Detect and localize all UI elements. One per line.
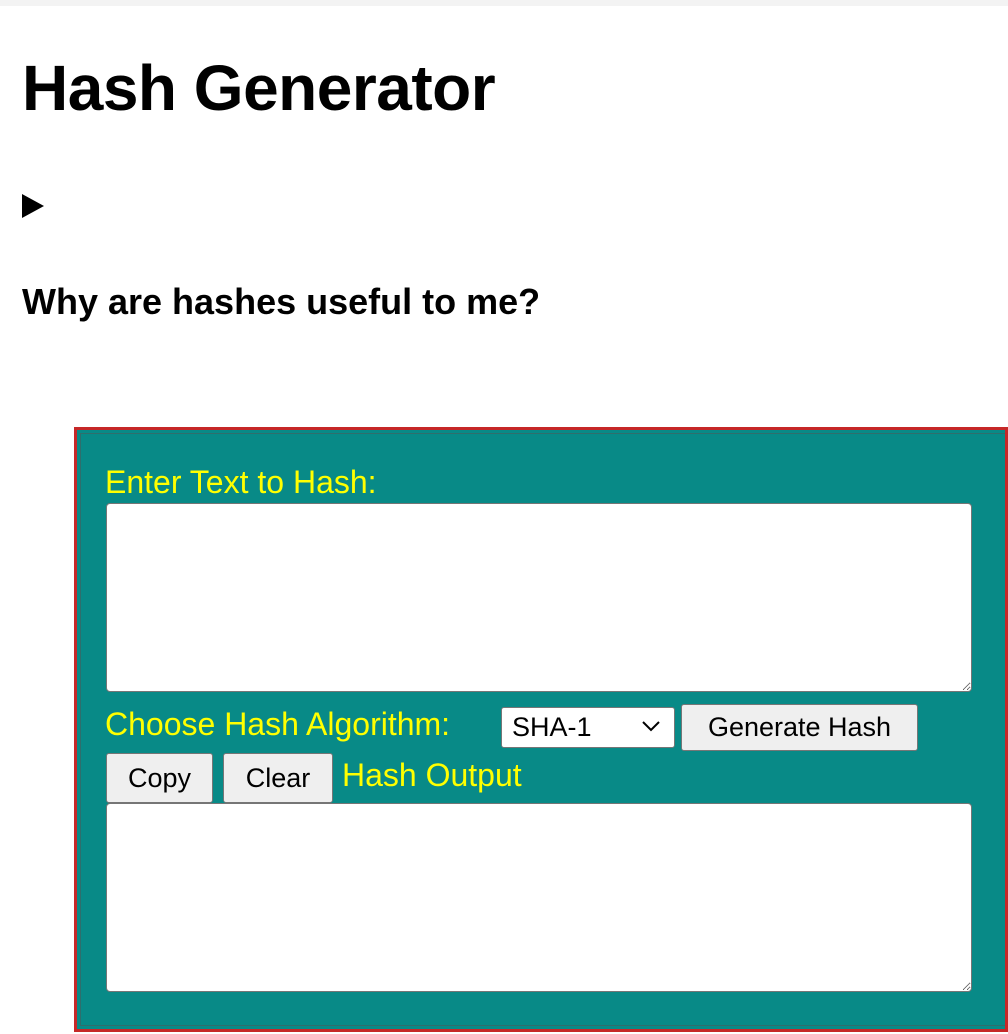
faq-heading: Why are hashes useful to me? <box>22 281 541 322</box>
hash-generator-panel: Enter Text to Hash: Choose Hash Algorith… <box>74 427 1008 1032</box>
algorithm-selected-value: SHA-1 <box>512 712 592 742</box>
disclosure-triangle-icon[interactable] <box>22 194 44 218</box>
page-title: Hash Generator <box>22 52 496 124</box>
algorithm-select[interactable]: SHA-1 <box>501 707 675 748</box>
chevron-down-icon <box>642 721 660 732</box>
text-input-area[interactable] <box>106 503 972 692</box>
top-strip <box>0 0 1008 6</box>
clear-button[interactable]: Clear <box>223 753 333 803</box>
hash-output-area[interactable] <box>106 803 972 992</box>
copy-button[interactable]: Copy <box>106 753 213 803</box>
algorithm-label: Choose Hash Algorithm: <box>105 706 451 742</box>
generate-hash-button[interactable]: Generate Hash <box>681 704 918 751</box>
output-label: Hash Output <box>342 757 522 793</box>
input-label: Enter Text to Hash: <box>105 464 377 500</box>
page: Hash Generator Why are hashes useful to … <box>0 0 1008 1034</box>
